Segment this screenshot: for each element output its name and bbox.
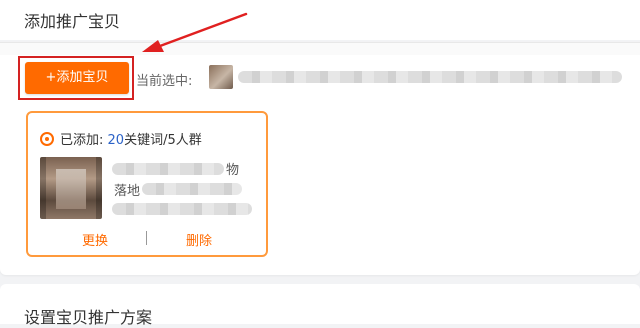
card-top-strip	[0, 43, 640, 55]
selected-product-thumbnail	[209, 65, 233, 89]
delete-product-link[interactable]: 删除	[186, 230, 212, 249]
added-product-card: 已添加: 20关键词/5人群 物 落地 更换 删除	[26, 111, 268, 257]
keyword-count: 20	[107, 133, 125, 148]
page-header: 添加推广宝贝	[0, 0, 640, 40]
add-product-button[interactable]: +添加宝贝	[25, 62, 129, 94]
product-desc-line2-start: 落地	[114, 184, 141, 199]
product-desc-line1-end: 物	[226, 163, 240, 178]
radio-selected-icon[interactable]	[40, 132, 54, 146]
product-thumbnail-detail	[56, 169, 86, 209]
keyword-crowd-suffix: 关键词/5人群	[124, 133, 202, 148]
blurred-product-desc-line3	[112, 203, 252, 215]
promotion-plan-section: 设置宝贝推广方案	[0, 284, 640, 327]
page-title: 添加推广宝贝	[24, 12, 121, 31]
action-divider	[146, 231, 147, 245]
current-selection-label: 当前选中:	[136, 74, 193, 89]
added-status-row: 已添加: 20关键词/5人群	[40, 129, 202, 148]
product-thumbnail	[40, 157, 102, 219]
blurred-product-desc-line2	[142, 183, 242, 195]
blurred-product-title	[238, 71, 622, 83]
added-status-prefix: 已添加:	[60, 133, 104, 148]
replace-product-link[interactable]: 更换	[82, 230, 108, 249]
promotion-plan-title: 设置宝贝推广方案	[24, 308, 153, 327]
blurred-product-desc-line1	[112, 163, 224, 175]
